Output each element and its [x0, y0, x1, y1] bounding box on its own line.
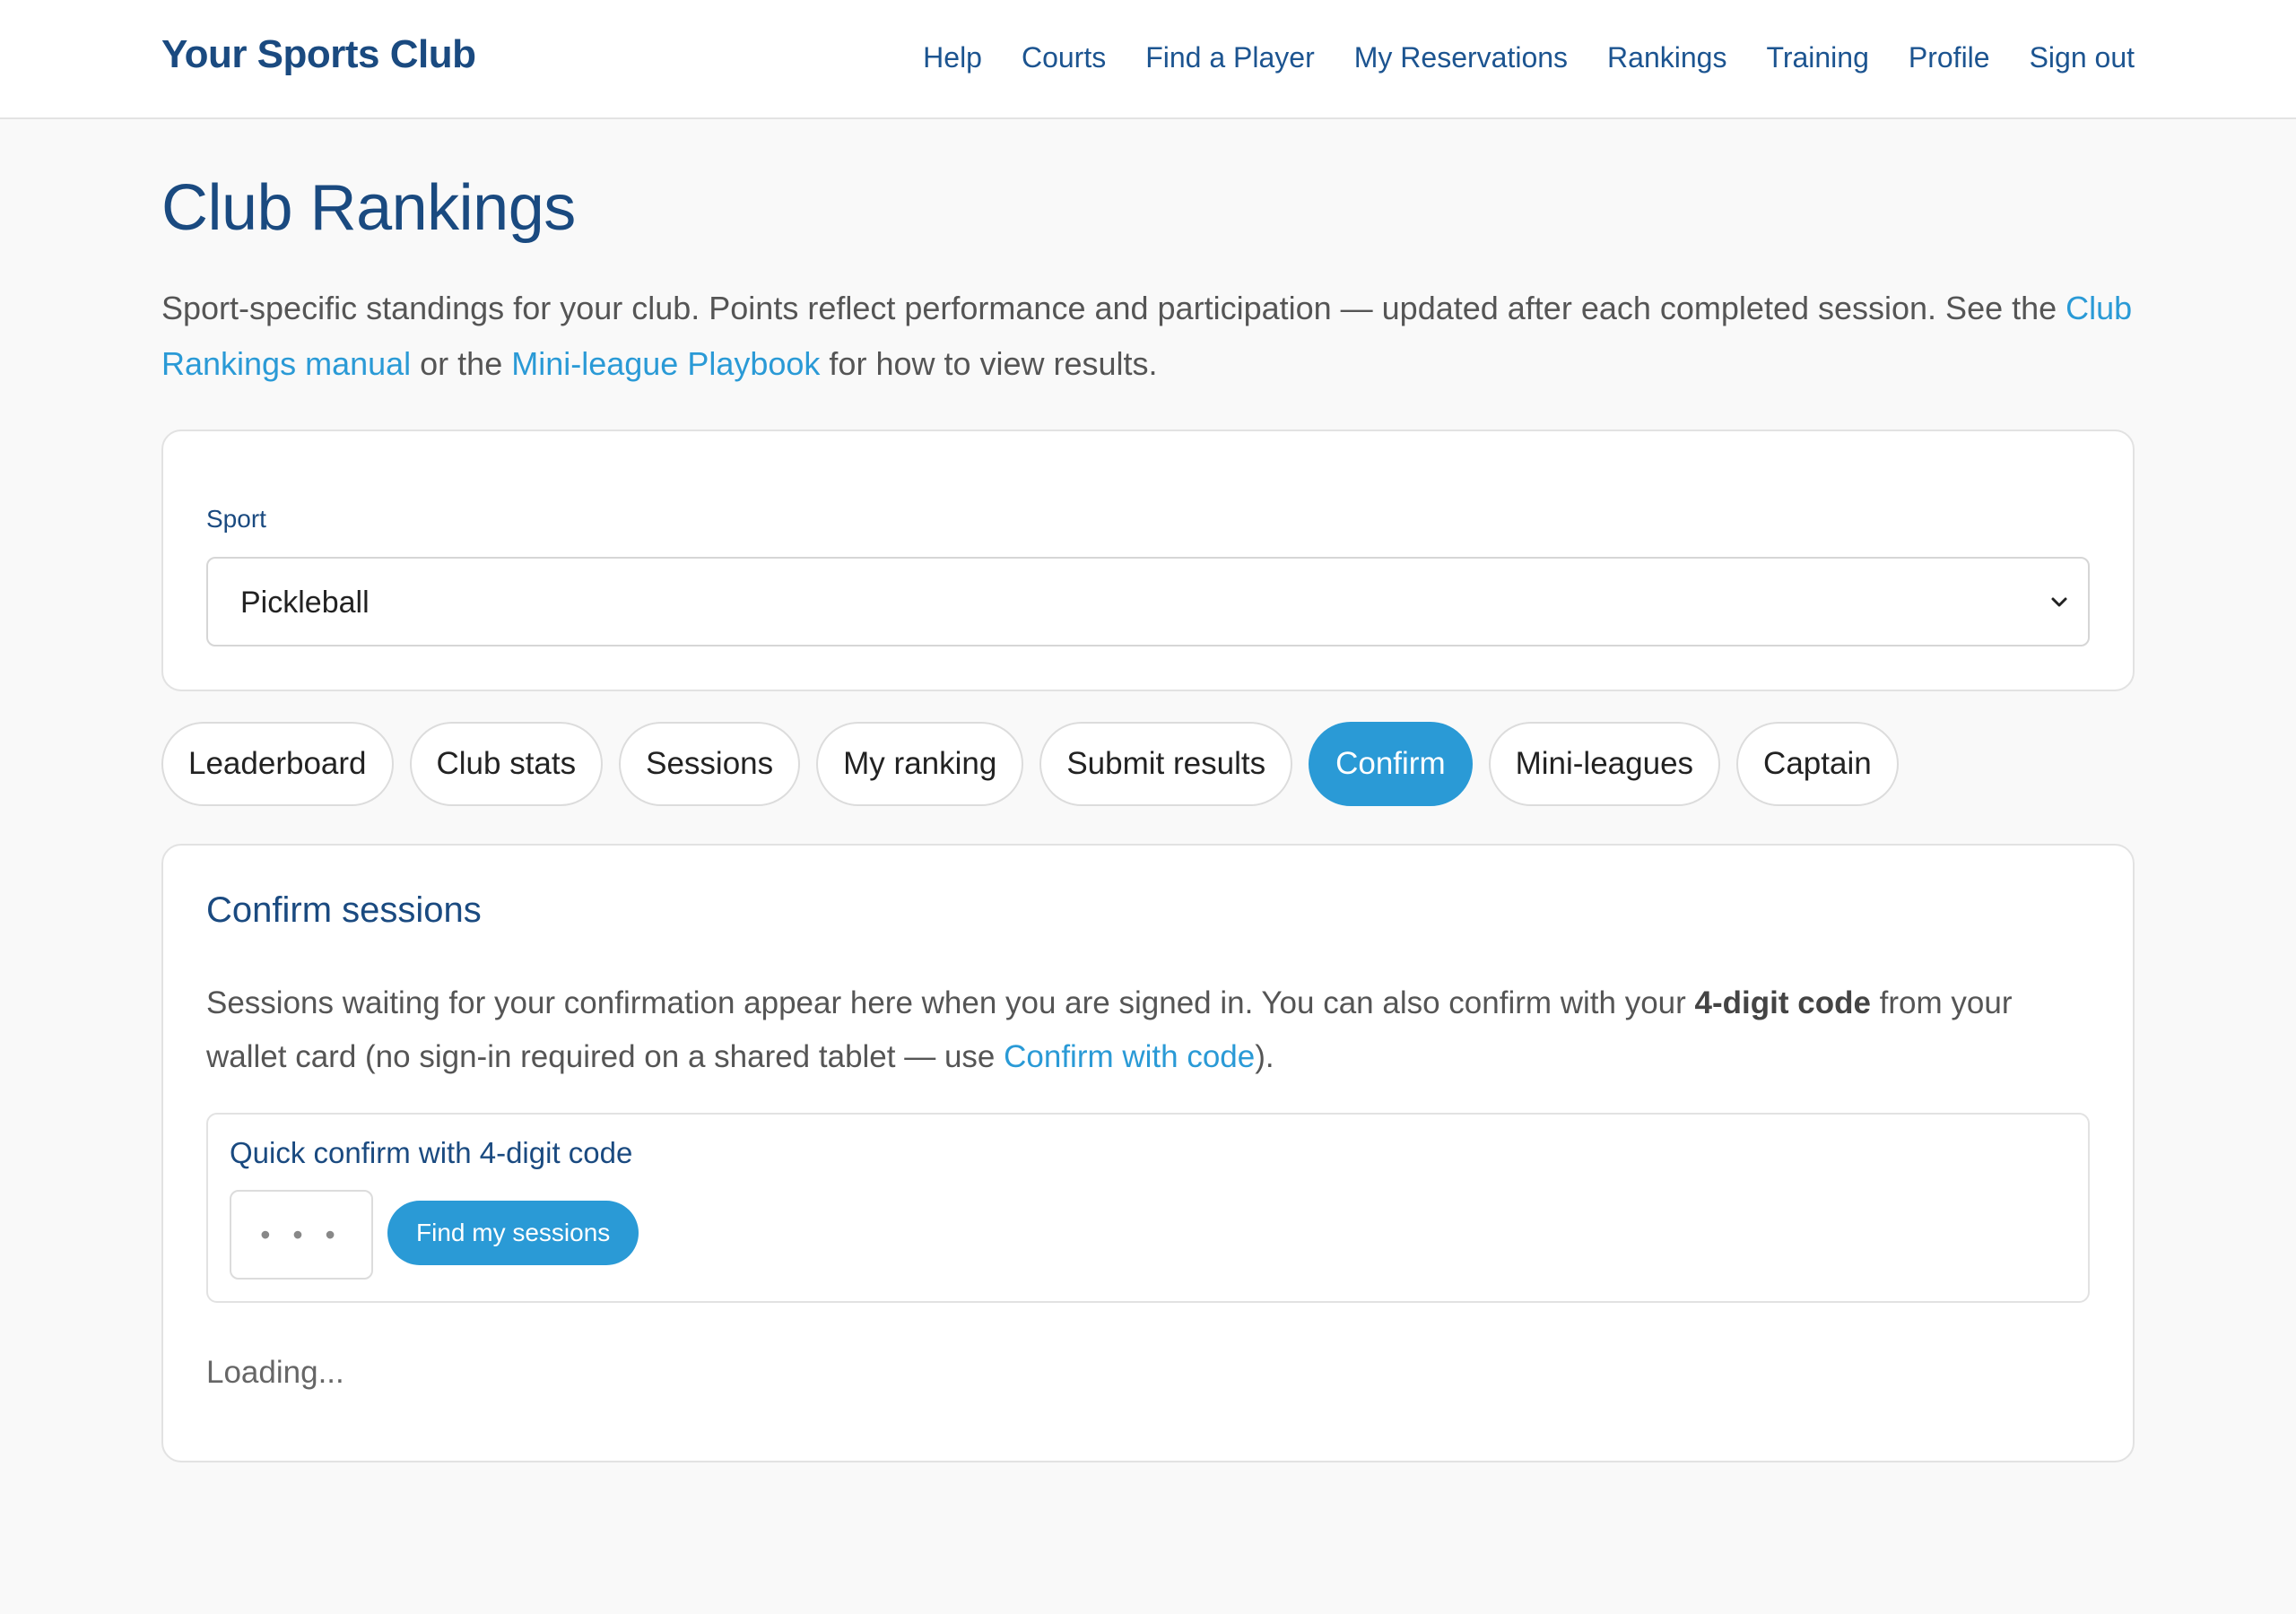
- intro-text-2: or the: [411, 345, 512, 383]
- find-my-sessions-button[interactable]: Find my sessions: [387, 1201, 639, 1265]
- loading-status: Loading...: [206, 1355, 344, 1390]
- nav-profile[interactable]: Profile: [1909, 41, 1990, 74]
- confirm-sessions-card: Confirm sessions Sessions waiting for yo…: [161, 844, 2135, 1462]
- ranking-tabs: Leaderboard Club stats Sessions My ranki…: [161, 722, 1899, 806]
- sport-select-value: Pickleball: [240, 586, 370, 620]
- tab-confirm[interactable]: Confirm: [1309, 722, 1473, 806]
- confirm-with-code-link[interactable]: Confirm with code: [1004, 1039, 1255, 1074]
- confirm-sessions-title: Confirm sessions: [206, 890, 482, 930]
- confirm-text-1: Sessions waiting for your confirmation a…: [206, 985, 1695, 1020]
- tab-my-ranking[interactable]: My ranking: [816, 722, 1024, 806]
- mini-league-playbook-link[interactable]: Mini-league Playbook: [511, 345, 820, 382]
- nav-sign-out[interactable]: Sign out: [2030, 41, 2135, 74]
- sport-label: Sport: [206, 505, 266, 533]
- tab-leaderboard[interactable]: Leaderboard: [161, 722, 394, 806]
- tab-captain[interactable]: Captain: [1736, 722, 1899, 806]
- page-title: Club Rankings: [161, 172, 576, 244]
- code-input[interactable]: [230, 1190, 373, 1280]
- top-navbar: Your Sports Club Help Courts Find a Play…: [0, 0, 2296, 119]
- quick-confirm-box: Quick confirm with 4-digit code Find my …: [206, 1113, 2090, 1303]
- nav-help[interactable]: Help: [923, 41, 982, 74]
- confirm-text-bold: 4-digit code: [1694, 985, 1871, 1020]
- confirm-text-3: ).: [1255, 1039, 1274, 1074]
- nav-training[interactable]: Training: [1766, 41, 1868, 74]
- sport-select[interactable]: Pickleball: [206, 557, 2090, 646]
- main-nav: Help Courts Find a Player My Reservation…: [923, 41, 2135, 74]
- intro-text-1: Sport-specific standings for your club. …: [161, 290, 2066, 327]
- tab-club-stats[interactable]: Club stats: [409, 722, 604, 806]
- tab-submit-results[interactable]: Submit results: [1039, 722, 1293, 806]
- nav-rankings[interactable]: Rankings: [1607, 41, 1726, 74]
- confirm-sessions-description: Sessions waiting for your confirmation a…: [206, 976, 2090, 1084]
- nav-courts[interactable]: Courts: [1022, 41, 1106, 74]
- intro-text-3: for how to view results.: [820, 345, 1158, 383]
- quick-confirm-title: Quick confirm with 4-digit code: [230, 1136, 633, 1169]
- nav-my-reservations[interactable]: My Reservations: [1354, 41, 1568, 74]
- nav-find-a-player[interactable]: Find a Player: [1145, 41, 1315, 74]
- main-content: Club Rankings Sport-specific standings f…: [161, 119, 2135, 1462]
- tab-mini-leagues[interactable]: Mini-leagues: [1488, 722, 1721, 806]
- page-intro: Sport-specific standings for your club. …: [161, 281, 2135, 392]
- sport-selector-card: Sport Pickleball: [161, 430, 2135, 691]
- tab-sessions[interactable]: Sessions: [619, 722, 801, 806]
- brand-logo[interactable]: Your Sports Club: [161, 32, 476, 77]
- chevron-down-icon: [2051, 597, 2067, 607]
